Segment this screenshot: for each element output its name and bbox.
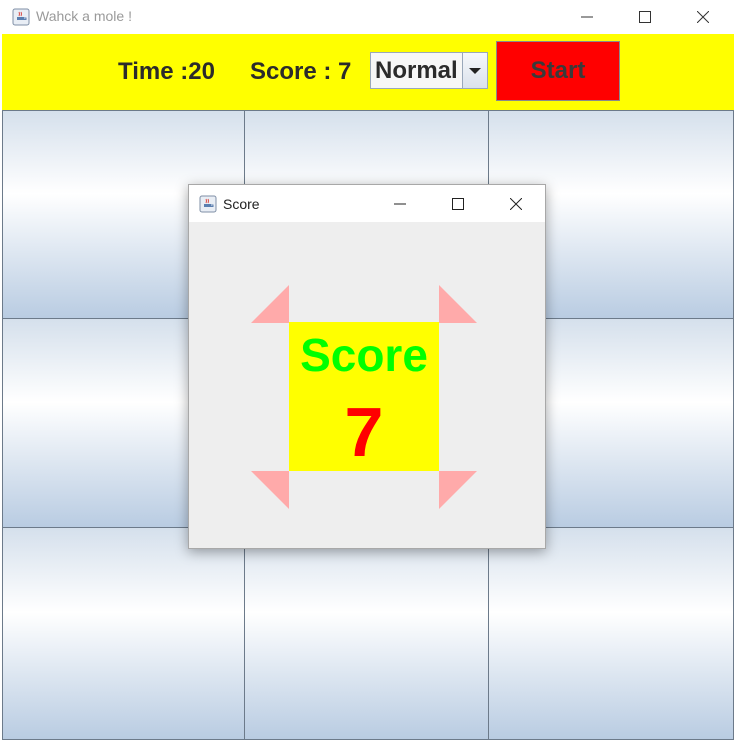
score-box: Score 7	[289, 322, 439, 471]
corner-arrow-icon	[251, 471, 289, 509]
window-titlebar: Wahck a mole !	[0, 0, 736, 34]
maximize-button[interactable]	[622, 0, 668, 34]
difficulty-value: Normal	[375, 57, 458, 84]
difficulty-dropdown-button[interactable]	[462, 53, 487, 88]
difficulty-select[interactable]: Normal	[370, 52, 488, 89]
mole-hole-7[interactable]	[2, 527, 245, 740]
minimize-icon	[394, 203, 406, 204]
score-value: 7	[344, 393, 384, 471]
close-button[interactable]	[680, 0, 726, 34]
corner-arrow-icon	[439, 471, 477, 509]
maximize-icon	[452, 197, 464, 210]
mole-hole-9[interactable]	[488, 527, 734, 740]
dialog-minimize-button[interactable]	[377, 186, 423, 221]
java-icon	[199, 195, 217, 213]
score-dialog-title: Score	[223, 196, 260, 212]
score-heading: Score	[300, 329, 428, 381]
score-dialog-titlebar: Score	[189, 185, 545, 222]
mole-hole-8[interactable]	[244, 527, 489, 740]
score-label: Score : 7	[250, 58, 352, 85]
start-button[interactable]: Start	[496, 41, 620, 101]
time-label: Time :20	[118, 58, 215, 85]
java-icon	[12, 8, 30, 26]
corner-arrow-icon	[251, 285, 289, 323]
minimize-button[interactable]	[564, 0, 610, 34]
close-icon	[510, 197, 522, 210]
dialog-close-button[interactable]	[493, 186, 539, 221]
corner-arrow-icon	[439, 285, 477, 323]
dropdown-arrow-icon	[469, 67, 481, 74]
dialog-maximize-button[interactable]	[435, 186, 481, 221]
close-icon	[697, 11, 709, 23]
maximize-icon	[639, 11, 651, 23]
score-dialog: Score Score 7	[188, 184, 546, 549]
game-toolbar: Time :20 Score : 7 Normal Start	[2, 34, 734, 111]
minimize-icon	[581, 16, 593, 18]
window-title: Wahck a mole !	[36, 8, 132, 24]
